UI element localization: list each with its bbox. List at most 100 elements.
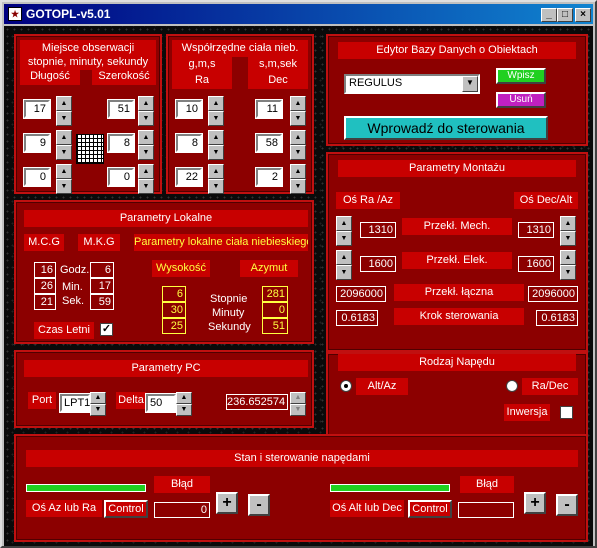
spin-down-icon[interactable]: ▼ xyxy=(560,265,576,280)
spin-down-icon[interactable]: ▼ xyxy=(290,404,306,416)
spin-down-icon[interactable]: ▼ xyxy=(290,111,306,126)
dec-minutes[interactable]: 58 xyxy=(255,133,283,153)
window-title: GOTOPL-v5.01 xyxy=(26,7,111,21)
dec-seconds[interactable]: 2 xyxy=(255,167,283,187)
inversion-checkbox[interactable] xyxy=(560,406,573,419)
spin-down-icon[interactable]: ▼ xyxy=(290,145,306,160)
latitude-sec[interactable]: 0 xyxy=(107,167,135,187)
ra-hours[interactable]: 10 xyxy=(175,99,203,119)
delta-spinner[interactable]: ▲ ▼ xyxy=(176,392,192,416)
spin-down-icon[interactable]: ▼ xyxy=(336,265,352,280)
spin-up-icon[interactable]: ▲ xyxy=(138,164,154,179)
ra-minutes[interactable]: 8 xyxy=(175,133,203,153)
elek-ra-spinner[interactable]: ▲ ▼ xyxy=(336,250,352,280)
latitude-sec-spinner[interactable]: ▲ ▼ xyxy=(138,164,154,194)
spin-up-icon[interactable]: ▲ xyxy=(56,130,72,145)
elek-ratio-dec: 1600 xyxy=(518,256,554,272)
spin-down-icon[interactable]: ▼ xyxy=(208,111,224,126)
port-spinner[interactable]: ▲ ▼ xyxy=(90,392,106,416)
spin-down-icon[interactable]: ▼ xyxy=(336,231,352,246)
mech-ra-spinner[interactable]: ▲ ▼ xyxy=(336,216,352,246)
observation-title-text: Miejsce obserwacji xyxy=(41,42,135,54)
alt-control-button[interactable]: Control xyxy=(408,500,452,518)
spin-up-icon[interactable]: ▲ xyxy=(290,164,306,179)
object-select[interactable]: REGULUS ▼ xyxy=(344,74,480,94)
spin-up-icon[interactable]: ▲ xyxy=(56,96,72,111)
longitude-min[interactable]: 9 xyxy=(23,133,51,153)
mech-dec-spinner[interactable]: ▲ ▼ xyxy=(560,216,576,246)
spin-down-icon[interactable]: ▼ xyxy=(560,231,576,246)
spin-up-icon[interactable]: ▲ xyxy=(138,130,154,145)
port-value[interactable]: LPT1 xyxy=(59,393,91,413)
spin-up-icon[interactable]: ▲ xyxy=(208,96,224,111)
altaz-label: Alt/Az xyxy=(356,378,408,395)
latitude-min[interactable]: 8 xyxy=(107,133,135,153)
spin-down-icon[interactable]: ▼ xyxy=(56,179,72,194)
spin-down-icon[interactable]: ▼ xyxy=(138,145,154,160)
alt-plus-button[interactable]: + xyxy=(524,492,546,514)
spin-down-icon[interactable]: ▼ xyxy=(90,404,106,416)
spin-up-icon[interactable]: ▲ xyxy=(336,250,352,265)
azimuth-min: 0 xyxy=(262,302,288,318)
dec-degrees[interactable]: 11 xyxy=(255,99,283,119)
az-plus-button[interactable]: + xyxy=(216,492,238,514)
dst-checkbox[interactable]: ✓ xyxy=(100,323,113,336)
maximize-button[interactable]: □ xyxy=(557,8,573,22)
longitude-deg[interactable]: 17 xyxy=(23,99,51,119)
spin-down-icon[interactable]: ▼ xyxy=(56,145,72,160)
mount-parameters-panel: Parametry Montażu Oś Ra /Az Oś Dec/Alt ▲… xyxy=(326,152,588,352)
az-minus-button[interactable]: - xyxy=(248,494,270,516)
dec-seconds-spinner[interactable]: ▲ ▼ xyxy=(290,164,306,194)
mech-ratio-dec: 1310 xyxy=(518,222,554,238)
spin-up-icon[interactable]: ▲ xyxy=(208,164,224,179)
spin-up-icon[interactable]: ▲ xyxy=(208,130,224,145)
spin-up-icon[interactable]: ▲ xyxy=(336,216,352,231)
add-object-button[interactable]: Wpisz xyxy=(496,68,546,84)
spin-up-icon[interactable]: ▲ xyxy=(560,250,576,265)
az-control-button[interactable]: Control xyxy=(104,500,148,518)
longitude-deg-spinner[interactable]: ▲ ▼ xyxy=(56,96,72,126)
remove-object-button[interactable]: Usuń xyxy=(496,92,546,108)
ra-minutes-spinner[interactable]: ▲ ▼ xyxy=(208,130,224,160)
elek-ratio-label: Przekł. Elek. xyxy=(402,252,512,269)
readout-spinner[interactable]: ▲ ▼ xyxy=(290,392,306,416)
spin-up-icon[interactable]: ▲ xyxy=(290,130,306,145)
delta-value[interactable]: 50 xyxy=(145,393,177,413)
ra-seconds-spinner[interactable]: ▲ ▼ xyxy=(208,164,224,194)
spin-down-icon[interactable]: ▼ xyxy=(138,179,154,194)
dec-degrees-spinner[interactable]: ▲ ▼ xyxy=(290,96,306,126)
mcg-minutes: 26 xyxy=(34,278,56,294)
latitude-deg-spinner[interactable]: ▲ ▼ xyxy=(138,96,154,126)
spin-up-icon[interactable]: ▲ xyxy=(90,392,106,404)
spin-up-icon[interactable]: ▲ xyxy=(176,392,192,404)
apply-to-control-button[interactable]: Wprowadź do sterowania xyxy=(344,116,548,140)
spin-down-icon[interactable]: ▼ xyxy=(56,111,72,126)
ra-hours-spinner[interactable]: ▲ ▼ xyxy=(208,96,224,126)
radec-radio[interactable] xyxy=(506,380,518,392)
spin-down-icon[interactable]: ▼ xyxy=(138,111,154,126)
spin-up-icon[interactable]: ▲ xyxy=(560,216,576,231)
alt-minus-button[interactable]: - xyxy=(556,494,578,516)
latitude-deg[interactable]: 51 xyxy=(107,99,135,119)
longitude-sec-spinner[interactable]: ▲ ▼ xyxy=(56,164,72,194)
ra-seconds[interactable]: 22 xyxy=(175,167,203,187)
app-window: ★ GOTOPL-v5.01 _ □ × Miejsce obserwacji s… xyxy=(0,0,597,548)
longitude-sec[interactable]: 0 xyxy=(23,167,51,187)
spin-down-icon[interactable]: ▼ xyxy=(290,179,306,194)
dec-minutes-spinner[interactable]: ▲ ▼ xyxy=(290,130,306,160)
spin-up-icon[interactable]: ▲ xyxy=(290,96,306,111)
ra-label: Ra xyxy=(172,72,232,89)
minimize-button[interactable]: _ xyxy=(541,8,557,22)
chevron-down-icon[interactable]: ▼ xyxy=(462,76,478,92)
spin-down-icon[interactable]: ▼ xyxy=(208,145,224,160)
close-button[interactable]: × xyxy=(575,8,591,22)
spin-up-icon[interactable]: ▲ xyxy=(138,96,154,111)
spin-up-icon[interactable]: ▲ xyxy=(56,164,72,179)
elek-dec-spinner[interactable]: ▲ ▼ xyxy=(560,250,576,280)
spin-down-icon[interactable]: ▼ xyxy=(208,179,224,194)
longitude-min-spinner[interactable]: ▲ ▼ xyxy=(56,130,72,160)
spin-up-icon[interactable]: ▲ xyxy=(290,392,306,404)
altaz-radio[interactable] xyxy=(340,380,352,392)
spin-down-icon[interactable]: ▼ xyxy=(176,404,192,416)
latitude-min-spinner[interactable]: ▲ ▼ xyxy=(138,130,154,160)
